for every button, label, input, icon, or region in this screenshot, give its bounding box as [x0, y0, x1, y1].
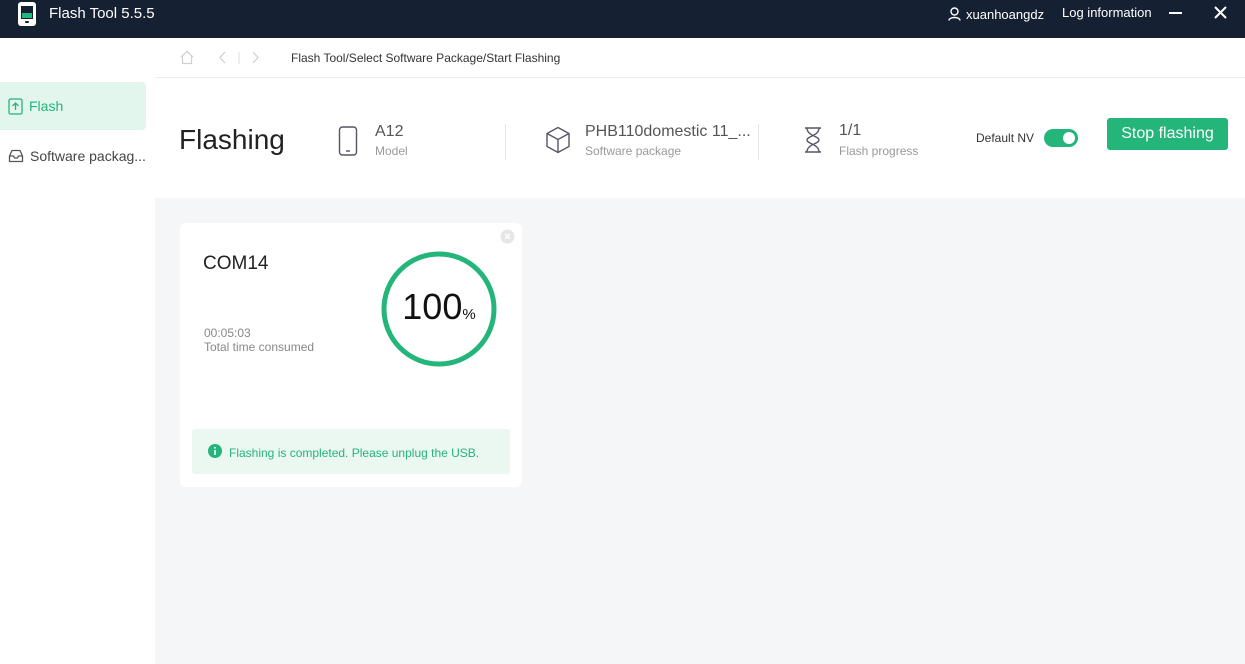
model-label: Model: [375, 144, 408, 158]
app-title: Flash Tool 5.5.5: [49, 5, 155, 22]
elapsed-time-label: Total time consumed: [204, 340, 315, 354]
sidebar-item-label: Flash: [29, 98, 64, 114]
user-account[interactable]: xuanhoangdz: [948, 5, 1044, 23]
package-value: PHB110domestic 11_...: [585, 123, 751, 140]
package-tray-icon: [8, 149, 24, 163]
breadcrumb: Flash Tool/Select Software Package/Start…: [291, 51, 561, 65]
sidebar-item-label: Software packag...: [30, 148, 146, 164]
home-icon[interactable]: [179, 50, 195, 70]
progress-label: Flash progress: [839, 144, 919, 158]
navigation-bar: Flash Tool/Select Software Package/Start…: [155, 38, 1245, 78]
port-name: COM14: [203, 253, 269, 274]
minimize-icon[interactable]: [1168, 2, 1184, 22]
device-card: COM14 00:05:03 Total time consumed 100% …: [180, 223, 522, 487]
elapsed-time: 00:05:03: [204, 326, 251, 340]
sidebar-item-software-package[interactable]: Software packag...: [0, 132, 146, 180]
flash-header: Flashing A12 Model PHB110domestic 11_...…: [155, 78, 1245, 198]
card-close-icon[interactable]: [500, 229, 515, 244]
sidebar: Flash Software packag...: [0, 38, 155, 664]
user-icon: [948, 7, 961, 21]
log-information-link[interactable]: Log information: [1062, 5, 1152, 20]
divider: [505, 124, 506, 160]
divider: [758, 124, 759, 160]
default-nv-toggle[interactable]: [1044, 129, 1078, 147]
default-nv-label: Default NV: [976, 131, 1035, 145]
hourglass-icon: [803, 126, 823, 159]
progress-percent: 100%: [380, 286, 498, 328]
status-message: Flashing is completed. Please unplug the…: [229, 446, 480, 460]
cube-icon: [545, 126, 571, 159]
status-message-box: Flashing is completed. Please unplug the…: [192, 429, 510, 474]
forward-arrow-icon[interactable]: [250, 50, 260, 70]
back-arrow-icon[interactable]: [218, 50, 228, 70]
package-label: Software package: [585, 144, 682, 158]
app-logo-icon: [17, 2, 37, 26]
page-title: Flashing: [179, 124, 285, 155]
percent-value: 100: [402, 286, 463, 327]
phone-icon: [338, 126, 358, 161]
sidebar-item-flash[interactable]: Flash: [0, 82, 146, 130]
content-area: COM14 00:05:03 Total time consumed 100% …: [155, 198, 1245, 664]
info-icon: [208, 444, 222, 463]
model-value: A12: [375, 123, 404, 140]
nav-divider-icon: [237, 51, 241, 70]
stop-flashing-button[interactable]: Stop flashing: [1107, 118, 1228, 150]
close-icon[interactable]: [1212, 2, 1230, 22]
username: xuanhoangdz: [966, 6, 1045, 22]
upload-file-icon: [8, 97, 23, 115]
percent-sign: %: [462, 306, 476, 323]
title-bar: Flash Tool 5.5.5 xuanhoangdz Log informa…: [0, 0, 1245, 38]
progress-value: 1/1: [839, 122, 862, 139]
